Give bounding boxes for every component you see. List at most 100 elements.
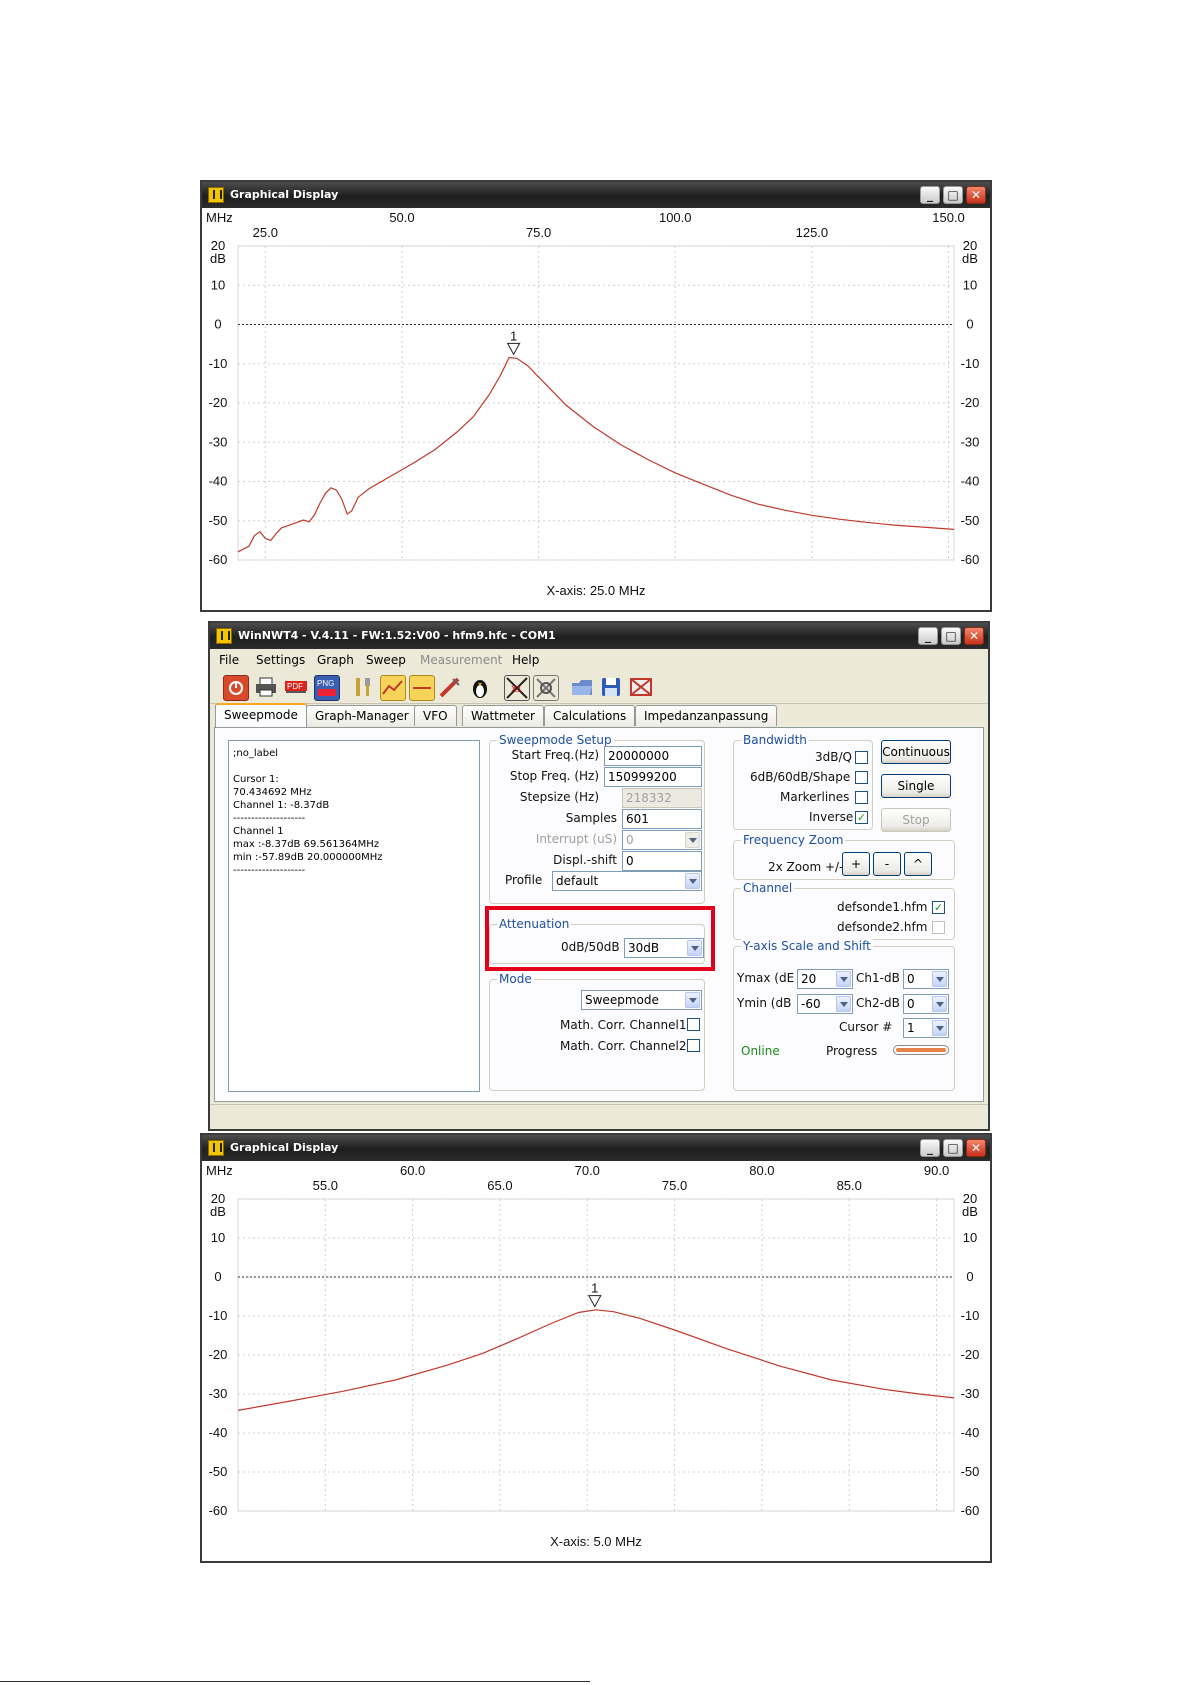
menu-measurement[interactable]: Measurement [420,653,502,667]
svg-text:PNG: PNG [317,679,334,688]
cursor-select[interactable]: 1 [903,1018,949,1038]
stepsize-label: Stepsize (Hz) [519,790,599,804]
close-button[interactable]: ✕ [964,627,984,645]
info-textbox[interactable]: ;no_label Cursor 1: 70.434692 MHz Channel … [228,740,480,1092]
menu-settings[interactable]: Settings [256,653,305,667]
corr-channel2-checkbox[interactable] [687,1039,700,1052]
maximize-button[interactable]: □ [943,186,963,204]
mode-select[interactable]: Sweepmode [581,990,702,1010]
y-tick-label-left: 0 [214,1269,221,1284]
minimize-button[interactable]: _ [918,627,938,645]
corr-channel2-label: Math. Corr. Channel2 [560,1039,687,1053]
chart-icon[interactable] [380,675,406,701]
ymax-label: Ymax (dE [737,971,795,985]
ymin-select[interactable]: -60 [797,994,853,1014]
minimize-button[interactable]: _ [920,1139,940,1157]
maximize-button[interactable]: □ [943,1139,963,1157]
probe1-checkbox[interactable]: ✓ [932,901,945,914]
x-tick-label-top: 100.0 [659,210,692,225]
close-button[interactable]: ✕ [966,186,986,204]
stop-freq-input[interactable]: 150999200 [604,767,702,787]
menu-graph[interactable]: Graph [317,653,354,667]
y-tick-label-right: -60 [961,552,980,567]
chart-small-icon[interactable] [409,675,435,701]
x-tick-label-top: 80.0 [749,1163,774,1178]
graph-top-titlebar[interactable]: Graphical Display _ □ ✕ [202,182,990,208]
chevron-down-icon [836,971,851,987]
stop-button[interactable]: Stop [881,808,951,832]
graph-bottom-titlebar[interactable]: Graphical Display _ □ ✕ [202,1135,990,1161]
menu-file[interactable]: File [219,653,239,667]
zoom-x1-icon[interactable]: X1 [504,675,530,701]
attenuation-highlight [485,906,715,971]
ymin-label: Ymin (dB [737,996,792,1010]
chevron-down-icon [836,996,851,1012]
continuous-button[interactable]: Continuous [881,740,951,764]
y-tick-label-right: -40 [961,1425,980,1440]
zoom-out-button[interactable]: - [873,852,901,876]
tab-calculations[interactable]: Calculations [544,705,636,726]
single-button[interactable]: Single [881,774,951,798]
x-axis-label: X-axis: 25.0 MHz [547,583,646,598]
y-tick-label-left: 0 [214,317,221,332]
profile-select[interactable]: default [552,871,702,891]
close-button[interactable]: ✕ [966,1139,986,1157]
x-tick-label-top: 70.0 [575,1163,600,1178]
y-tick-label-left: -50 [209,1464,228,1479]
tab-vfo[interactable]: VFO [414,705,457,726]
penguin-icon[interactable] [468,675,492,699]
print-icon[interactable] [254,675,278,699]
sweepmode-panel: ;no_label Cursor 1: 70.434692 MHz Channel … [214,727,984,1102]
interrupt-select: 0 [622,830,702,850]
open-folder-icon[interactable] [570,675,594,699]
menu-help[interactable]: Help [512,653,539,667]
info-line: -------------------- [233,813,306,824]
ch1-db-select[interactable]: 0 [903,969,949,989]
probe2-checkbox[interactable] [932,921,945,934]
inverse-checkbox[interactable]: ✓ [855,811,868,824]
pdf-icon[interactable]: PDF [284,675,308,699]
svg-text:PDF: PDF [287,682,303,691]
save-disk-icon[interactable] [599,675,623,699]
maximize-button[interactable]: □ [941,627,961,645]
start-freq-input[interactable]: 20000000 [604,746,702,766]
markerlines-checkbox[interactable] [855,791,868,804]
tab-impedanzanpassung[interactable]: Impedanzanpassung [635,705,778,726]
samples-input[interactable]: 601 [622,809,702,829]
ymax-select[interactable]: 20 [797,969,853,989]
y-tick-label-right: -10 [961,356,980,371]
power-icon[interactable] [223,675,249,701]
tab-sweepmode[interactable]: Sweepmode [215,703,307,727]
x-tick-label-bottom: 125.0 [796,225,829,240]
y-tick-label-right: 0 [966,317,973,332]
zoom-in-button[interactable]: + [842,852,870,876]
main-titlebar[interactable]: WinNWT4 - V.4.11 - FW:1.52:V00 - hfm9.hf… [210,623,988,649]
png-icon[interactable]: PNG [314,675,340,701]
toolbar: PDF PNG X1 [210,671,988,704]
zoom-fit-icon[interactable] [533,675,559,701]
db-unit-label-left: dB [210,1204,226,1219]
sweep-plot-bottom[interactable]: 20 2010 100 0-10 -10-20 -20-30 -30-40 -40-50 -50… [202,1161,990,1561]
info-line: Channel 1: -8.37dB [233,800,330,811]
probe-icon[interactable] [438,675,462,699]
ch2-db-select[interactable]: 0 [903,994,949,1014]
zoom-reset-button[interactable]: ^ [904,852,932,876]
y-tick-label-left: -60 [209,552,228,567]
tools-icon[interactable] [351,675,375,699]
minimize-button[interactable]: _ [920,186,940,204]
close-file-icon[interactable] [629,675,653,699]
tab-graph-manager[interactable]: Graph-Manager [306,705,418,726]
app-icon [216,628,232,644]
corr-channel1-checkbox[interactable] [687,1018,700,1031]
y-tick-label-right: -60 [961,1503,980,1518]
mode-title: Mode [497,972,534,986]
stepsize-input: 218332 [622,788,702,808]
menu-sweep[interactable]: Sweep [366,653,406,667]
zoom-label: 2x Zoom +/- [768,860,844,874]
sweep-plot-top[interactable]: 20 2010 100 0-10 -10-20 -20-30 -30-40 -40-50 -50… [202,208,990,610]
q-checkbox[interactable] [855,751,868,764]
shape-checkbox[interactable] [855,771,868,784]
tab-wattmeter[interactable]: Wattmeter [462,705,544,726]
progress-fill [896,1048,946,1052]
displ-shift-input[interactable]: 0 [622,851,702,871]
